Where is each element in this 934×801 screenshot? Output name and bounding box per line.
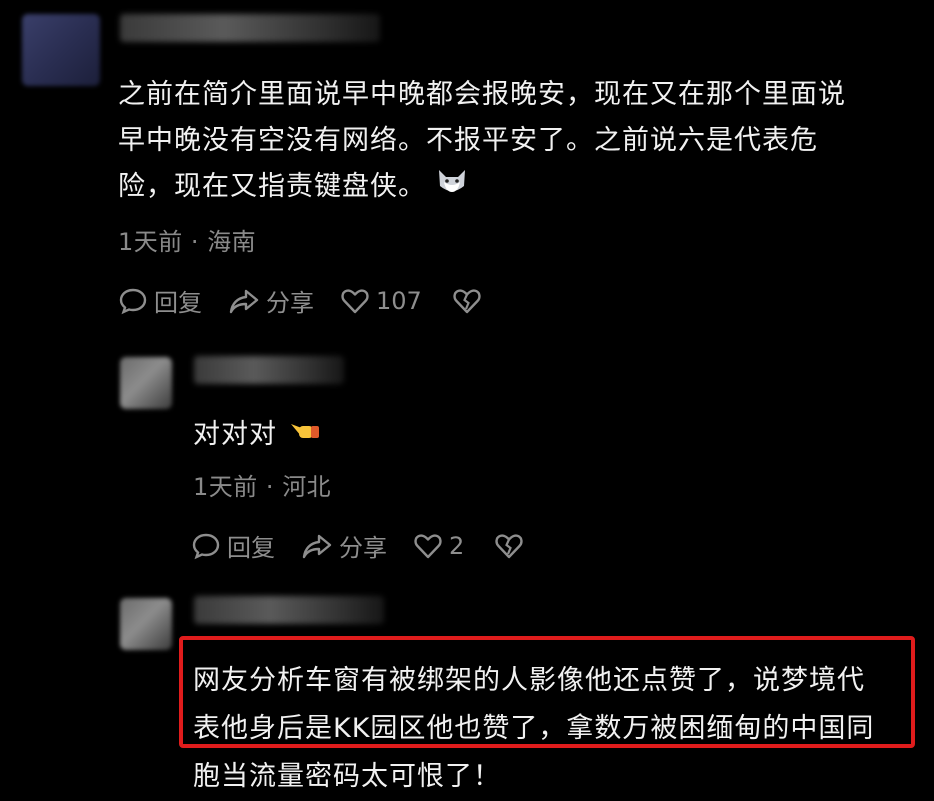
- comment-time: 1天前: [118, 228, 183, 256]
- comment-text-line-span: 险，现在又指责键盘侠。: [118, 171, 426, 202]
- reply-location: 河北: [282, 473, 332, 501]
- broken-heart-icon: [494, 532, 524, 560]
- share-label: 分享: [266, 289, 314, 317]
- share-icon: [301, 532, 333, 560]
- like-button[interactable]: 107: [340, 287, 422, 315]
- reply2-avatar[interactable]: [120, 598, 172, 650]
- like-count: 107: [376, 286, 422, 315]
- comment-text-line: 早中晚没有空没有网络。不报平安了。之前说六是代表危: [118, 125, 818, 156]
- highlight-box: [179, 636, 915, 748]
- reply-time: 1天前: [193, 473, 258, 501]
- reply-label: 回复: [227, 534, 275, 562]
- cat-face-emoji: [436, 165, 468, 211]
- comment-meta: 1天前 · 海南: [118, 222, 256, 257]
- reply2-username-blurred[interactable]: [194, 596, 384, 624]
- reply-text-span: 对对对: [193, 419, 277, 450]
- dislike-button[interactable]: [452, 287, 482, 315]
- share-button[interactable]: 分享: [301, 528, 387, 563]
- reply-meta: 1天前 · 河北: [193, 467, 331, 502]
- reply-actions: 回复 分享 2: [191, 528, 524, 563]
- reply-username-blurred[interactable]: [194, 356, 344, 384]
- heart-icon: [340, 287, 370, 315]
- broken-heart-icon: [452, 287, 482, 315]
- comment-actions: 回复 分享 107: [118, 283, 482, 318]
- reply-icon: [191, 532, 221, 560]
- share-icon: [228, 287, 260, 315]
- dislike-button[interactable]: [494, 532, 524, 560]
- pointing-hand-emoji: [287, 413, 323, 459]
- reply-text: 对对对: [193, 412, 323, 459]
- comment-username-blurred[interactable]: [120, 14, 380, 42]
- comment-text-line: 险，现在又指责键盘侠。: [118, 164, 846, 211]
- comment-location: 海南: [207, 228, 257, 256]
- comment-avatar[interactable]: [22, 14, 100, 86]
- reply-button[interactable]: 回复: [118, 283, 202, 318]
- like-count: 2: [449, 531, 465, 560]
- reply-button[interactable]: 回复: [191, 528, 275, 563]
- like-button[interactable]: 2: [413, 532, 464, 560]
- share-button[interactable]: 分享: [228, 283, 314, 318]
- reply-icon: [118, 287, 148, 315]
- reply-avatar[interactable]: [120, 357, 172, 409]
- meta-separator: ·: [265, 473, 283, 501]
- reply-label: 回复: [154, 289, 202, 317]
- comment-text: 之前在简介里面说早中晚都会报晚安，现在又在那个里面说 早中晚没有空没有网络。不报…: [118, 72, 846, 211]
- meta-separator: ·: [190, 228, 208, 256]
- comment-text-line: 之前在简介里面说早中晚都会报晚安，现在又在那个里面说: [118, 79, 846, 110]
- share-label: 分享: [339, 534, 387, 562]
- heart-icon: [413, 532, 443, 560]
